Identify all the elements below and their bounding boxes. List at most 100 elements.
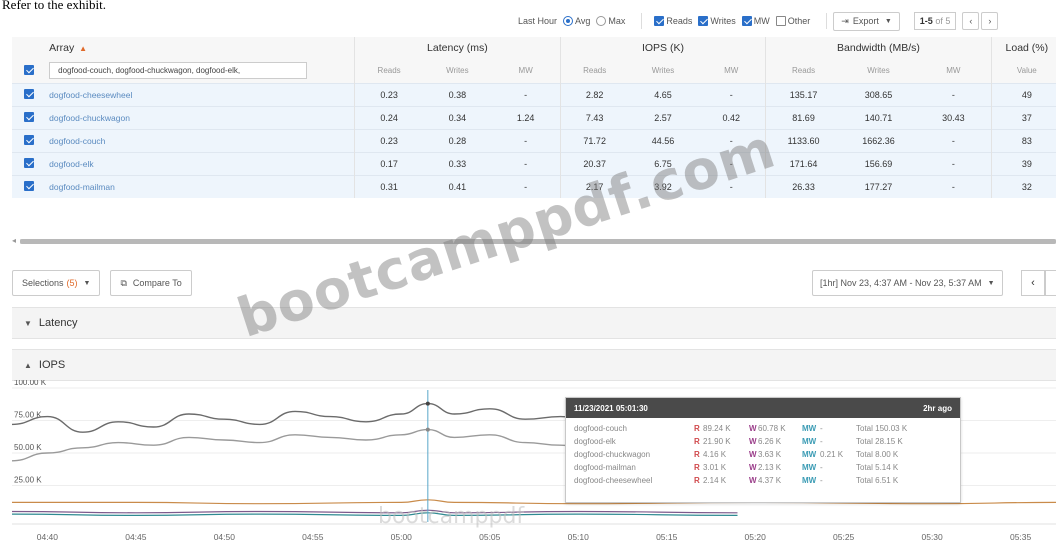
reads-checkbox[interactable] <box>654 16 665 26</box>
load-value-header[interactable]: Value <box>990 59 1056 83</box>
filter-toolbar: Last Hour Avg Max Reads Writes MW Other … <box>518 10 999 32</box>
tooltip-writes-label: W <box>749 463 757 472</box>
cell-bw-mw: 30.43 <box>942 112 965 123</box>
cell-load: 32 <box>990 175 1056 198</box>
cell-lat-r: 0.31 <box>354 175 424 198</box>
row-checkbox[interactable] <box>23 157 34 168</box>
avg-radio[interactable] <box>563 16 574 26</box>
row-checkbox[interactable] <box>23 134 34 145</box>
chevron-up-icon: ▲ <box>24 360 32 370</box>
tooltip-array-name: dogfood-couch <box>574 424 627 433</box>
pager-of: of 5 <box>935 16 951 26</box>
writes-checkbox[interactable] <box>698 16 709 26</box>
scroll-left-icon[interactable]: ◂ <box>12 236 16 245</box>
row-checkbox[interactable] <box>23 111 34 122</box>
cell-lat-mw: 1.24 <box>516 112 535 123</box>
x-tick-label: 05:35 <box>1010 532 1032 542</box>
cell-load: 49 <box>990 83 1056 106</box>
tooltip-ago: 2hr ago <box>923 403 952 413</box>
array-filter-input[interactable]: dogfood-couch, dogfood-chuckwagon, dogfo… <box>49 62 308 80</box>
pager-next-button[interactable]: › <box>981 12 999 30</box>
cell-iops-r: 2.82 <box>559 83 629 106</box>
export-button[interactable]: ⇥ Export ▼ <box>833 11 900 31</box>
tooltip-mw-value: - <box>820 476 823 485</box>
tooltip-row: dogfood-chuckwagon R 4.16 K W 3.63 K MW 0.21 K… <box>566 448 960 461</box>
bandwidth-mw-header[interactable]: MW <box>916 59 991 83</box>
max-radio[interactable] <box>596 16 607 26</box>
selections-bar: Selections (5) ▼ ⧉ Compare To <box>12 268 202 298</box>
x-tick-label: 04:40 <box>37 532 59 542</box>
cell-lat-r: 0.24 <box>354 106 424 129</box>
cell-bw-r: 135.17 <box>765 83 841 106</box>
cell-bw-mw: - <box>951 181 955 192</box>
time-prev-button[interactable]: ‹ <box>1021 270 1045 296</box>
other-checkbox[interactable] <box>775 16 786 26</box>
tooltip-array-name: dogfood-elk <box>574 437 616 446</box>
latency-section-header[interactable]: ▼ Latency <box>12 307 1056 339</box>
array-name-link[interactable]: dogfood-elk <box>45 152 354 175</box>
cell-bw-r: 1133.60 <box>765 129 841 152</box>
tooltip-mw-label: MW <box>802 424 817 433</box>
table-row[interactable]: dogfood-chuckwagon 0.24 0.34 1.24 7.43 2.57 0.… <box>12 106 1056 129</box>
tooltip-row: dogfood-mailman R 3.01 K W 2.13 K MW - Total 5.… <box>566 461 960 474</box>
iops-mw-header[interactable]: MW <box>697 59 766 83</box>
cell-load: 83 <box>990 129 1056 152</box>
pager-prev-button[interactable]: ‹ <box>962 12 980 30</box>
table-row[interactable]: dogfood-cheesewheel 0.23 0.38 - 2.82 4.65 - 135… <box>12 83 1056 106</box>
x-tick-label: 05:05 <box>479 532 501 542</box>
latency-group-header: Latency (ms) <box>354 37 561 59</box>
tooltip-writes-label: W <box>749 424 757 433</box>
row-checkbox[interactable] <box>23 180 34 191</box>
tooltip-total: Total 150.03 K <box>856 424 908 433</box>
cell-bw-w: 308.65 <box>864 89 893 100</box>
cell-bw-w: 140.71 <box>864 112 893 123</box>
cell-bw-w: 156.69 <box>864 158 893 169</box>
bandwidth-reads-header[interactable]: Reads <box>765 59 841 83</box>
array-name-link[interactable]: dogfood-mailman <box>45 175 354 198</box>
latency-mw-header[interactable]: MW <box>492 59 561 83</box>
chevron-down-icon: ▼ <box>83 279 91 287</box>
x-tick-label: 05:30 <box>921 532 943 542</box>
mw-label: MW <box>753 16 770 26</box>
bandwidth-writes-header[interactable]: Writes <box>841 59 916 83</box>
selections-dropdown[interactable]: Selections (5) ▼ <box>12 270 101 296</box>
select-all-checkbox[interactable] <box>23 64 34 75</box>
y-tick-label: 50.00 K <box>14 443 42 452</box>
pager-range: 1-5 <box>919 16 933 26</box>
tooltip-writes-value: 2.13 K <box>758 463 782 472</box>
mw-checkbox[interactable] <box>741 16 752 26</box>
tooltip-writes-label: W <box>749 450 757 459</box>
cell-lat-mw: - <box>524 89 528 100</box>
array-name-link[interactable]: dogfood-chuckwagon <box>45 106 354 129</box>
array-name-link[interactable]: dogfood-cheesewheel <box>45 83 354 106</box>
table-row[interactable]: dogfood-couch 0.23 0.28-71.72 44.56-1133.60… <box>12 129 1056 152</box>
load-group-header: Load (%) <box>990 37 1056 59</box>
iops-writes-header[interactable]: Writes <box>629 59 698 83</box>
tooltip-timestamp: 11/23/2021 05:01:30 <box>574 403 648 413</box>
latency-writes-header[interactable]: Writes <box>423 59 492 83</box>
compare-to-button[interactable]: ⧉ Compare To <box>110 270 192 296</box>
cell-load: 37 <box>990 106 1056 129</box>
tooltip-header: 11/23/2021 05:01:30 2hr ago <box>566 398 960 418</box>
latency-section-title: Latency <box>38 317 78 329</box>
time-range-dropdown[interactable]: [1hr] Nov 23, 4:37 AM - Nov 23, 5:37 AM … <box>812 270 1003 296</box>
array-column-header[interactable]: Array ▲ <box>45 37 354 59</box>
array-name-link[interactable]: dogfood-couch <box>45 129 354 152</box>
export-label: Export <box>852 16 879 26</box>
tooltip-writes-value: 6.26 K <box>758 437 782 446</box>
page: Refer to the exhibit. Last Hour Avg Max … <box>0 0 1056 545</box>
table-row[interactable]: dogfood-elk 0.17 0.33-20.37 6.75-171.64 156.… <box>12 152 1056 175</box>
time-next-button[interactable]: › <box>1045 270 1056 296</box>
row-checkbox[interactable] <box>23 88 34 99</box>
max-label: Max <box>608 16 626 26</box>
y-tick-label: 100.00 K <box>14 380 47 387</box>
chevron-down-icon: ▼ <box>987 279 995 287</box>
tooltip-reads-label: R <box>694 450 700 459</box>
cell-iops-w: 4.65 <box>654 89 672 100</box>
iops-reads-header[interactable]: Reads <box>559 59 629 83</box>
chevron-left-icon: ‹ <box>969 16 973 26</box>
table-body: dogfood-cheesewheel 0.23 0.38 - 2.82 4.65 - 135… <box>12 83 1056 198</box>
iops-section-header[interactable]: ▲ IOPS <box>12 349 1056 381</box>
tooltip-reads-value: 3.01 K <box>703 463 727 472</box>
latency-reads-header[interactable]: Reads <box>354 59 424 83</box>
